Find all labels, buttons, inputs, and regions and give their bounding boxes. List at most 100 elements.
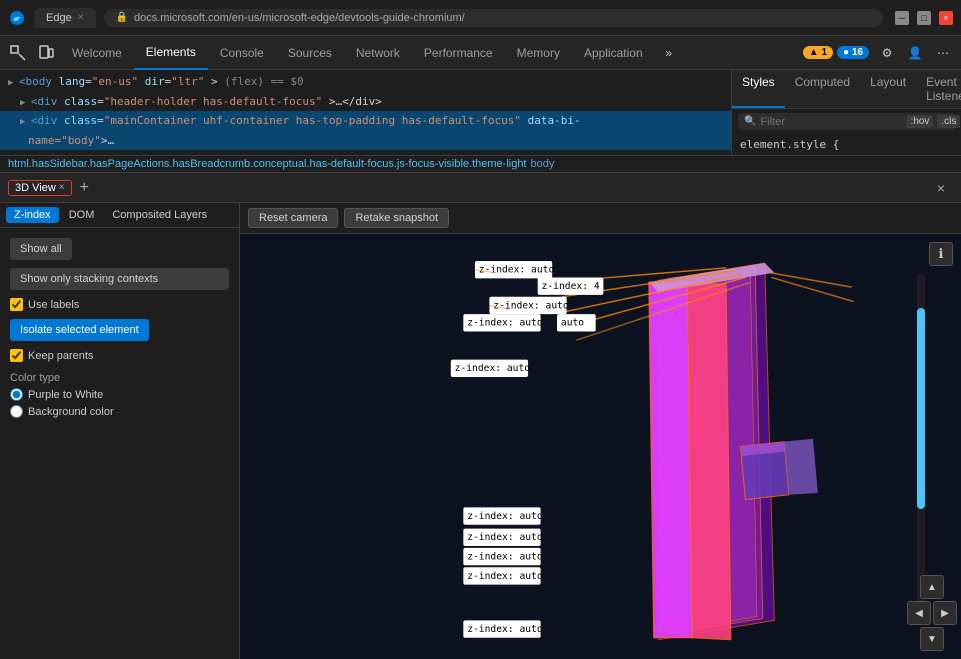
expand-icon-body: ▶ xyxy=(8,78,19,88)
edge-browser-icon xyxy=(8,9,26,27)
zview-tab-dom[interactable]: DOM xyxy=(61,207,103,223)
nav-left-btn[interactable]: ◀ xyxy=(907,601,931,625)
radio-purple-white: Purple to White xyxy=(10,388,229,401)
more-options-icon[interactable]: ⋯ xyxy=(929,39,957,67)
maximize-btn[interactable]: □ xyxy=(917,11,931,25)
address-text: docs.microsoft.com/en-us/microsoft-edge/… xyxy=(134,12,465,24)
minimize-btn[interactable]: ─ xyxy=(895,11,909,25)
html-inspector: ▶ <body lang="en-us" dir="ltr" > (flex) … xyxy=(0,70,961,156)
radio-purple-white-label: Purple to White xyxy=(28,389,103,401)
show-all-btn[interactable]: Show all xyxy=(10,238,72,260)
styles-filter-input[interactable] xyxy=(760,116,902,128)
svg-text:z-index: auto: z-index: auto xyxy=(455,363,531,374)
tab-elements[interactable]: Elements xyxy=(134,36,208,70)
nav-lr-row: ◀ ▶ xyxy=(907,601,957,625)
tab-event-listeners[interactable]: Event Listeners xyxy=(916,70,961,108)
nav-arrows-group: ▲ ◀ ▶ ▼ xyxy=(907,575,957,651)
browser-chrome: Edge × 🔒 docs.microsoft.com/en-us/micros… xyxy=(0,0,961,36)
svg-text:z-index: auto: z-index: auto xyxy=(467,571,543,582)
isolate-btn[interactable]: Isolate selected element xyxy=(10,319,149,341)
styles-panel: Styles Computed Layout Event Listeners » xyxy=(731,70,961,155)
toolbar-icon-device[interactable] xyxy=(32,39,60,67)
nav-up-btn[interactable]: ▲ xyxy=(920,575,944,599)
use-labels-label: Use labels xyxy=(28,299,79,311)
tab-3d-view[interactable]: 3D View × xyxy=(8,180,72,196)
zview-tab-composited[interactable]: Composited Layers xyxy=(104,207,215,223)
expand-icon-header: ▶ xyxy=(20,98,31,108)
left-controls-area: Show all Show only stacking contexts Use… xyxy=(0,228,239,428)
expand-icon-main: ▶ xyxy=(20,117,31,127)
html-row-main2[interactable]: name="body">… xyxy=(0,131,731,151)
radio-purple-white-input[interactable] xyxy=(10,388,23,401)
show-stacking-btn[interactable]: Show only stacking contexts xyxy=(10,268,229,290)
filter-icon: 🔍 xyxy=(744,116,756,127)
user-icon[interactable]: 👤 xyxy=(901,39,929,67)
element-style-block: element.style { xyxy=(732,134,961,155)
nav-down-btn[interactable]: ▼ xyxy=(920,627,944,651)
svg-text:z-index: auto: z-index: auto xyxy=(479,265,555,276)
devtools-panel: Welcome Elements Console Sources Network… xyxy=(0,36,961,659)
svg-text:auto: auto xyxy=(561,318,584,329)
use-labels-checkbox[interactable] xyxy=(10,298,23,311)
breadcrumb-bar: html.hasSidebar.hasPageActions.hasBreadc… xyxy=(0,156,961,173)
tab-close[interactable]: × xyxy=(78,12,84,23)
add-tab-btn[interactable]: + xyxy=(76,179,93,197)
html-row-body[interactable]: ▶ <body lang="en-us" dir="ltr" > (flex) … xyxy=(0,72,731,92)
radio-bg-color-input[interactable] xyxy=(10,405,23,418)
retake-snapshot-btn[interactable]: Retake snapshot xyxy=(344,208,449,228)
svg-text:z-index: auto: z-index: auto xyxy=(467,318,543,329)
nav-right-btn[interactable]: ▶ xyxy=(933,601,957,625)
address-bar: 🔒 docs.microsoft.com/en-us/microsoft-edg… xyxy=(104,9,883,27)
3d-viewport-panel: Reset camera Retake snapshot xyxy=(240,203,961,659)
viewport-info-btn[interactable]: ℹ xyxy=(929,242,953,266)
tab-styles[interactable]: Styles xyxy=(732,70,785,108)
reset-camera-btn[interactable]: Reset camera xyxy=(248,208,338,228)
tab-sources[interactable]: Sources xyxy=(276,36,344,70)
breadcrumb-path[interactable]: html.hasSidebar.hasPageActions.hasBreadc… xyxy=(8,158,527,170)
3d-controls-panel: Z-index DOM Composited Layers Show all xyxy=(0,203,240,659)
browser-tab[interactable]: Edge × xyxy=(34,8,96,28)
html-row-header[interactable]: ▶ <div class="header-holder has-default-… xyxy=(0,92,731,112)
tab-computed[interactable]: Computed xyxy=(785,70,860,108)
tab-memory[interactable]: Memory xyxy=(505,36,572,70)
bottom-tabs-row: 3D View × + × xyxy=(0,173,961,203)
more-tabs-btn[interactable]: » xyxy=(655,39,683,67)
tab-label: Edge xyxy=(46,12,72,24)
3d-svg: z-index: auto z-index: 4 z-index: auto xyxy=(240,234,961,659)
address-icon: 🔒 xyxy=(116,12,128,23)
svg-text:z-index: auto: z-index: auto xyxy=(467,532,543,543)
3d-canvas[interactable]: z-index: auto z-index: 4 z-index: auto xyxy=(240,234,961,659)
window-controls: ─ □ × xyxy=(895,11,953,25)
warning-badge: ▲ 1 xyxy=(803,46,833,59)
breadcrumb-tag[interactable]: body xyxy=(531,158,555,170)
tab-performance[interactable]: Performance xyxy=(412,36,505,70)
hov-btn[interactable]: :hov xyxy=(906,115,933,128)
close-panel-btn[interactable]: × xyxy=(929,176,953,200)
svg-text:z-index: auto: z-index: auto xyxy=(467,511,543,522)
html-row-main[interactable]: ▶ <div class="mainContainer uhf-containe… xyxy=(0,111,731,131)
scrollbar-thumb-v[interactable] xyxy=(917,308,925,509)
devtools-main-tabbar: Welcome Elements Console Sources Network… xyxy=(0,36,961,70)
settings-icon[interactable]: ⚙ xyxy=(873,39,901,67)
tab-layout[interactable]: Layout xyxy=(860,70,916,108)
tab-console[interactable]: Console xyxy=(208,36,276,70)
close-window-btn[interactable]: × xyxy=(939,11,953,25)
cls-btn[interactable]: .cls xyxy=(937,115,960,128)
zview-tab-zindex[interactable]: Z-index xyxy=(6,207,59,223)
viewport-toolbar: Reset camera Retake snapshot xyxy=(240,203,961,234)
radio-bg-color: Background color xyxy=(10,405,229,418)
toolbar-icon-inspect[interactable] xyxy=(4,39,32,67)
scrollbar-vertical[interactable] xyxy=(917,274,925,609)
color-type-label: Color type xyxy=(10,372,229,384)
tab-application[interactable]: Application xyxy=(572,36,655,70)
keep-parents-label: Keep parents xyxy=(28,350,93,362)
tab-welcome[interactable]: Welcome xyxy=(60,36,134,70)
tab-network[interactable]: Network xyxy=(344,36,412,70)
tab-3d-close-btn[interactable]: × xyxy=(59,182,65,193)
svg-text:z-index: auto: z-index: auto xyxy=(467,552,543,563)
keep-parents-row: Keep parents xyxy=(10,349,229,362)
keep-parents-checkbox[interactable] xyxy=(10,349,23,362)
svg-text:z-index: 4: z-index: 4 xyxy=(542,281,600,292)
radio-bg-color-label: Background color xyxy=(28,406,114,418)
3d-layout: Z-index DOM Composited Layers Show all xyxy=(0,203,961,659)
